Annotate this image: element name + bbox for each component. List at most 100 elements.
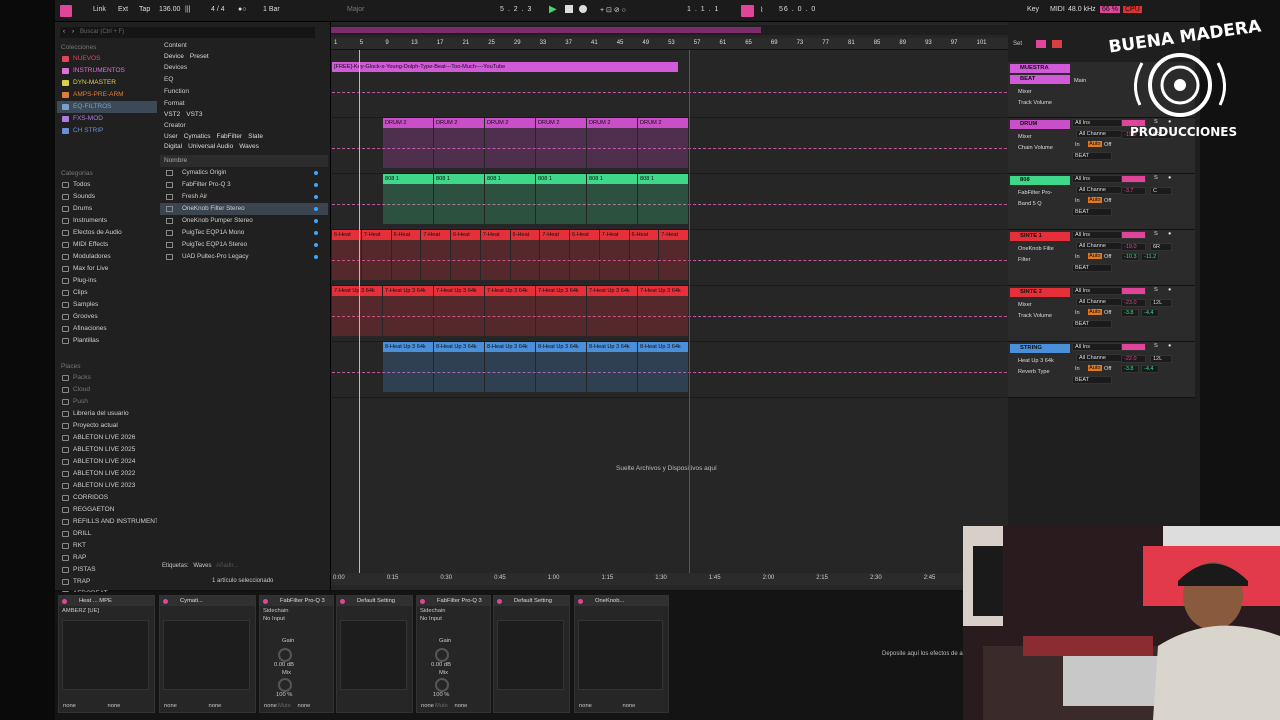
clip-header[interactable]: 7-Heat (480, 230, 510, 240)
clip-body[interactable] (536, 296, 586, 336)
solo-button[interactable]: S (1154, 343, 1158, 349)
volume-field[interactable]: -23.0 (1121, 299, 1146, 307)
collection-fxs-mod[interactable]: FXS-MOD (57, 113, 157, 125)
filter-format[interactable]: Format (160, 98, 328, 110)
track-lane[interactable]: [FREE]-Key-Glock-x-Young-Dolph-Type-Beat… (332, 62, 1007, 118)
ext-button[interactable]: Ext (118, 6, 128, 13)
clip-body[interactable] (536, 352, 586, 392)
clip-header[interactable]: 808 1 (434, 174, 484, 184)
browser-item[interactable]: UAD Pultec-Pro Legacy (160, 251, 328, 263)
filter-option-fabfilter[interactable]: FabFilter (216, 133, 242, 140)
clip-header[interactable]: DRUM 2 (485, 118, 535, 128)
overdub-icon[interactable]: + ⊡ ⊘ ○ (600, 6, 626, 14)
channel-select[interactable]: All Channe (1076, 298, 1122, 306)
clip-header[interactable]: 8-Heat Up 3 64k (434, 342, 484, 352)
clip-body[interactable] (629, 240, 659, 280)
tap-button[interactable]: Tap (139, 6, 150, 13)
clip-header[interactable]: DRUM 2 (638, 118, 688, 128)
mute-button[interactable]: Mute (435, 703, 448, 709)
arm-icon[interactable]: ● (1168, 231, 1171, 237)
tempo-field[interactable]: 136.00 (159, 6, 180, 13)
volume-field[interactable]: -3.7 (1121, 187, 1146, 195)
clip-body[interactable] (332, 240, 361, 280)
clip-body[interactable] (638, 184, 688, 224)
power-icon[interactable] (163, 599, 168, 604)
automation-device-select[interactable]: FabFilter Pro- (1018, 190, 1052, 196)
device-fabfilter-pro-q-3[interactable]: FabFilter Pro-Q 3 Sidechain No Input Gain 0.… (416, 595, 491, 713)
clip-body[interactable] (638, 128, 688, 168)
filter-option-vst2[interactable]: VST2 (164, 111, 180, 118)
power-icon[interactable] (340, 599, 345, 604)
clip-body[interactable] (638, 296, 688, 336)
quantize-select[interactable]: 1 Bar (263, 6, 280, 13)
clip-body[interactable] (383, 128, 433, 168)
automation-device-select[interactable]: Heat Up 3 64k (1018, 358, 1054, 364)
clip-header[interactable]: 808 1 (485, 174, 535, 184)
device-default-setting[interactable]: Default Setting (336, 595, 413, 713)
clip-body[interactable] (587, 352, 637, 392)
device-heat-mpe[interactable]: Heat ... MPE AMBERZ [UE] none none (58, 595, 155, 713)
clip-body[interactable] (536, 184, 586, 224)
automation-param-select[interactable]: Chain Volume (1018, 145, 1053, 151)
browser-item[interactable]: FabFilter Pro-Q 3 (160, 179, 328, 191)
sidechain-input[interactable]: No Input (260, 616, 333, 622)
device-title[interactable]: FabFilter Pro-Q 3 (260, 596, 333, 606)
audio-to-select[interactable]: BEAT (1072, 264, 1112, 272)
place-rkt[interactable]: RKT (57, 540, 157, 552)
clip-header[interactable]: 808 1 (536, 174, 586, 184)
clip-header[interactable]: 7-Heat (361, 230, 391, 240)
place-refills-and-instrument[interactable]: REFILLS AND INSTRUMENT (57, 516, 157, 528)
automation-device-select[interactable]: OneKnob Filte (1018, 246, 1054, 252)
clip-header[interactable]: 7-Heat Up 3 64k (536, 286, 586, 296)
power-icon[interactable] (263, 599, 268, 604)
monitor-in[interactable]: In (1075, 254, 1080, 260)
record-icon[interactable] (579, 5, 587, 13)
loop-length-field[interactable]: 56 . 0 . 0 (779, 6, 816, 13)
clip-header[interactable]: DRUM 2 (434, 118, 484, 128)
category-max-for-live[interactable]: Max for Live (57, 263, 157, 275)
automation-device-select[interactable]: Mixer (1018, 89, 1032, 95)
place-librer-a-del-usuario[interactable]: Librería del usuario (57, 408, 157, 420)
macro-select-1[interactable]: none (63, 703, 76, 709)
clip-body[interactable] (587, 296, 637, 336)
place-reggaeton[interactable]: REGGAETON (57, 504, 157, 516)
browser-item[interactable]: Cymatics Origin (160, 167, 328, 179)
clip-body[interactable] (361, 240, 391, 280)
clip-body[interactable] (480, 240, 510, 280)
clip-header[interactable]: 808 1 (587, 174, 637, 184)
clip-header[interactable]: 7-Heat (659, 230, 688, 240)
gain-knob[interactable] (278, 648, 292, 662)
device-cymati[interactable]: Cymati... none none (159, 595, 256, 713)
collection-nuevos[interactable]: NUEVOS (57, 53, 157, 65)
macro-select-2[interactable]: none (298, 703, 311, 709)
clip-body[interactable] (434, 128, 484, 168)
clip-header[interactable]: DRUM 2 (587, 118, 637, 128)
filter-option-universal-audio[interactable]: Universal Audio (188, 143, 233, 150)
mix-knob[interactable] (435, 678, 449, 692)
filter-option-device[interactable]: Device (164, 53, 184, 60)
record-arm-master[interactable] (1052, 40, 1062, 48)
midi-map-button[interactable]: MIDI (1050, 6, 1065, 13)
filter-function[interactable]: Function (160, 86, 328, 98)
category-plug-ins[interactable]: Plug-ins (57, 275, 157, 287)
arm-icon[interactable]: ● (1168, 287, 1171, 293)
category-sounds[interactable]: Sounds (57, 191, 157, 203)
category-moduladores[interactable]: Moduladores (57, 251, 157, 263)
output-select[interactable]: Main (1074, 78, 1086, 84)
clip-body[interactable] (383, 184, 433, 224)
clip-body[interactable] (434, 296, 484, 336)
clip-header[interactable]: 7-Heat Up 3 64k (485, 286, 535, 296)
clip-body[interactable] (536, 128, 586, 168)
track-lane[interactable]: DRUM 2 DRUM 2 DRUM 2 DRUM 2 DRUM 2 DRUM 2 (332, 118, 1007, 174)
monitor-off[interactable]: Off (1104, 254, 1111, 260)
monitor-in[interactable]: In (1075, 310, 1080, 316)
clip-body[interactable] (383, 296, 433, 336)
clip-body[interactable] (638, 352, 688, 392)
track-header-808[interactable]: 808 FabFilter Pro- Band 5 Q All Ins All Chan… (1008, 174, 1195, 230)
clip-header[interactable]: DRUM 2 (383, 118, 433, 128)
monitor-off[interactable]: Off (1104, 310, 1111, 316)
place-ableton-live-2022[interactable]: ABLETON LIVE 2022 (57, 468, 157, 480)
place-rap[interactable]: RAP (57, 552, 157, 564)
clip-header[interactable]: 6-Heat (510, 230, 540, 240)
category-todos[interactable]: Todos (57, 179, 157, 191)
